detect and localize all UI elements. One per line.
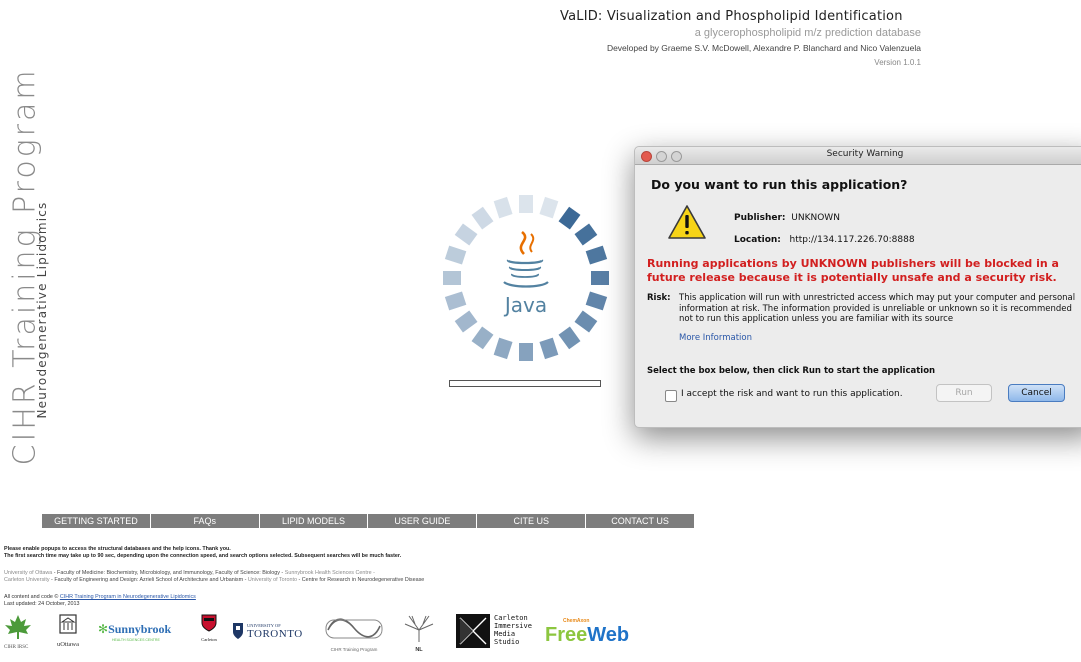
- spinner-segment: [539, 196, 559, 219]
- spinner-segment: [471, 326, 494, 350]
- carleton-logo[interactable]: Carleton: [195, 614, 223, 642]
- nav-user-guide[interactable]: USER GUIDE: [368, 514, 478, 528]
- main-nav: GETTING STARTED FAQs LIPID MODELS USER G…: [42, 514, 694, 528]
- nav-faqs[interactable]: FAQs: [151, 514, 260, 528]
- location-row: Location: http://134.117.226.70:8888: [734, 235, 915, 245]
- java-loading-spinner: Java: [443, 195, 609, 361]
- cancel-button[interactable]: Cancel: [1008, 384, 1065, 402]
- popup-notice: Please enable popups to access the struc…: [4, 546, 231, 552]
- accept-risk-label[interactable]: I accept the risk and want to run this a…: [681, 389, 903, 399]
- warning-icon: [668, 205, 706, 239]
- dialog-titlebar[interactable]: Security Warning: [635, 147, 1081, 165]
- spinner-segment: [471, 206, 494, 230]
- carleton-link[interactable]: Carleton University: [4, 577, 50, 583]
- utoronto-logo[interactable]: UNIVERSITY OF TORONTO: [232, 622, 303, 640]
- spinner-segment: [519, 195, 533, 213]
- affiliations-line-2: Carleton University - Faculty of Enginee…: [4, 577, 424, 584]
- spinner-segment: [574, 310, 598, 333]
- spinner-segment: [454, 310, 478, 333]
- utoronto-link[interactable]: University of Toronto: [248, 577, 297, 583]
- security-warning-dialog: Security Warning Do you want to run this…: [634, 146, 1081, 428]
- blocked-warning-text: Running applications by UNKNOWN publishe…: [647, 257, 1059, 284]
- partner-logos: CIHR IRSC uOttawa ✻Sunnybrook HEALTH SCI…: [4, 614, 684, 662]
- page-subtitle: a glycerophospholipid m/z prediction dat…: [694, 27, 921, 39]
- risk-description: This application will run with unrestric…: [679, 293, 1076, 324]
- run-button[interactable]: Run: [936, 384, 992, 402]
- sunnybrook-logo[interactable]: ✻Sunnybrook HEALTH SCIENCES CENTRE: [98, 620, 171, 642]
- dialog-title: Security Warning: [826, 149, 904, 159]
- nav-contact-us[interactable]: CONTACT US: [586, 514, 694, 528]
- dialog-question: Do you want to run this application?: [651, 177, 908, 192]
- utoronto-crest-icon: [233, 623, 243, 639]
- uottawa-building-icon: [59, 614, 77, 634]
- location-value: http://134.117.226.70:8888: [789, 235, 915, 245]
- chemaxon-freeweb-logo[interactable]: ChemAxon FreeWeb: [545, 618, 629, 647]
- cihr-program-link[interactable]: CIHR Training Program in Neurodegenerati…: [60, 594, 196, 600]
- aff1-text: - Faculty of Medicine: Biochemistry, Mic…: [52, 570, 285, 576]
- spinner-segment: [454, 223, 478, 246]
- nav-cite-us[interactable]: CITE US: [477, 514, 587, 528]
- java-splash-screen: Java: [436, 188, 616, 368]
- publisher-row: Publisher: UNKNOWN: [734, 213, 840, 223]
- affiliations-line-1: University of Ottawa - Faculty of Medici…: [4, 570, 375, 577]
- nav-lipid-models[interactable]: LIPID MODELS: [260, 514, 369, 528]
- accept-risk-checkbox[interactable]: [665, 390, 677, 402]
- run-instruction: Select the box below, then click Run to …: [647, 366, 936, 376]
- spinner-segment: [558, 326, 581, 350]
- nl-lab-logo[interactable]: NL: [399, 614, 439, 653]
- more-information-link[interactable]: More Information: [679, 333, 752, 343]
- spinner-segment: [444, 291, 467, 311]
- spinner-segment: [493, 196, 513, 219]
- spinner-segment: [591, 271, 609, 285]
- cihr-program-logo[interactable]: CIHR Training Program: [313, 614, 395, 652]
- java-logo-text: Java: [503, 293, 547, 317]
- cihr-logo[interactable]: CIHR IRSC: [4, 614, 38, 650]
- aff2-text: - Faculty of Engineering and Design: Azr…: [49, 577, 248, 583]
- nav-getting-started[interactable]: GETTING STARTED: [42, 514, 151, 528]
- last-updated: Last updated: 24 October, 2013: [4, 601, 80, 607]
- copyright-line: All content and code © CIHR Training Pro…: [4, 594, 196, 601]
- spinner-segment: [443, 271, 461, 285]
- spinner-segment: [519, 343, 533, 361]
- cims-logo[interactable]: Carleton Immersive Media Studio: [456, 614, 532, 648]
- neuron-icon: [404, 615, 434, 642]
- lipid-ribbon-icon: [325, 618, 383, 639]
- developer-credits: Developed by Graeme S.V. McDowell, Alexa…: [606, 43, 921, 53]
- spinner-segment: [574, 223, 598, 246]
- risk-label: Risk:: [647, 293, 671, 303]
- copyright-prefix: All content and code ©: [4, 594, 60, 600]
- maple-leaf-icon: [5, 615, 31, 639]
- field-branding: Neurodegenerative Lipidomics: [35, 201, 49, 419]
- sunnybrook-link[interactable]: Sunnybrook Health Sciences Centre -: [285, 570, 375, 576]
- spinner-segment: [539, 337, 559, 360]
- sunnybrook-leaf-icon: ✻: [98, 622, 109, 636]
- page-title: VaLID: Visualization and Phospholipid Id…: [560, 9, 903, 24]
- java-cup-icon: [503, 230, 549, 288]
- search-time-notice: The first search time may take up to 90 …: [4, 553, 402, 559]
- uottawa-link[interactable]: University of Ottawa: [4, 570, 52, 576]
- spinner-segment: [585, 291, 608, 311]
- carleton-crest-icon: [201, 614, 217, 632]
- location-label: Location:: [734, 235, 781, 245]
- spinner-segment: [444, 245, 467, 265]
- spinner-segment: [558, 206, 581, 230]
- publisher-value: UNKNOWN: [791, 213, 840, 223]
- java-progress-bar: [449, 380, 601, 387]
- version-label: Version 1.0.1: [874, 58, 921, 67]
- uottawa-logo[interactable]: uOttawa: [50, 614, 86, 648]
- spinner-segment: [585, 245, 608, 265]
- aff2-text-2: - Centre for Research in Neurodegenerati…: [296, 577, 425, 583]
- publisher-label: Publisher:: [734, 213, 786, 223]
- cims-x-icon: [456, 614, 490, 648]
- spinner-segment: [493, 337, 513, 360]
